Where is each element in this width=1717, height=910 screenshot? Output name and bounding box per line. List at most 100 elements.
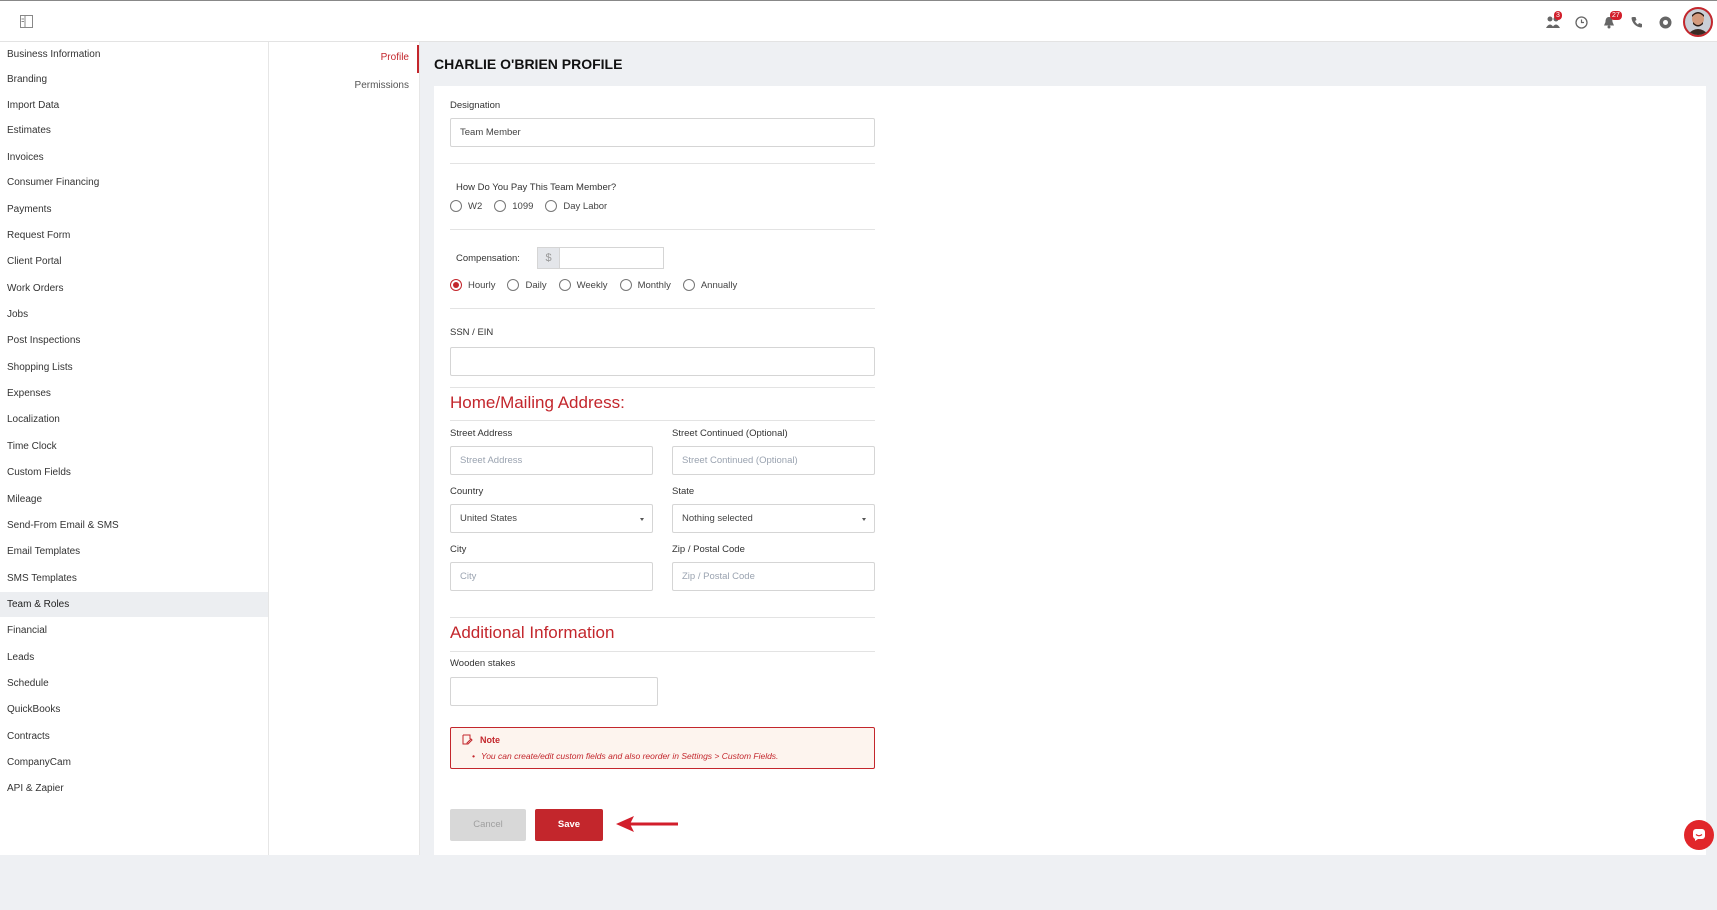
- sidebar-item-send-from-email-sms[interactable]: Send-From Email & SMS: [0, 513, 268, 538]
- designation-field[interactable]: Team Member: [450, 118, 875, 147]
- save-button[interactable]: Save: [535, 809, 603, 841]
- sidebar-item-shopping-lists[interactable]: Shopping Lists: [0, 355, 268, 380]
- sidebar-item-import-data[interactable]: Import Data: [0, 93, 268, 118]
- profile-subnav: Profile Permissions: [269, 42, 420, 855]
- period-annually-label: Annually: [700, 279, 738, 291]
- radio-1099[interactable]: [494, 200, 507, 212]
- chat-launcher[interactable]: [1684, 820, 1714, 850]
- radio-monthly[interactable]: [619, 279, 632, 291]
- zip-input[interactable]: Zip / Postal Code: [672, 562, 875, 591]
- sidebar-item-team-roles[interactable]: Team & Roles: [0, 592, 268, 617]
- radio-annually[interactable]: [682, 279, 695, 291]
- zip-label: Zip / Postal Code: [672, 544, 745, 555]
- pay-period-radio-group: Hourly Daily Weekly Monthly Annually: [450, 279, 749, 291]
- sidebar-item-sms-templates[interactable]: SMS Templates: [0, 566, 268, 591]
- sidebar-item-email-templates[interactable]: Email Templates: [0, 539, 268, 564]
- custom-fields-note: Note You can create/edit custom fields a…: [450, 727, 875, 769]
- sidebar-item-localization[interactable]: Localization: [0, 407, 268, 432]
- period-weekly-label: Weekly: [576, 279, 608, 291]
- note-icon: [462, 734, 473, 745]
- sidebar-item-companycam[interactable]: CompanyCam: [0, 750, 268, 775]
- help-icon[interactable]: [1651, 5, 1679, 39]
- sidebar-item-quickbooks[interactable]: QuickBooks: [0, 697, 268, 722]
- clock-icon[interactable]: [1567, 5, 1595, 39]
- sidebar-item-custom-fields[interactable]: Custom Fields: [0, 460, 268, 485]
- sidebar-item-jobs[interactable]: Jobs: [0, 302, 268, 327]
- divider: [450, 420, 875, 421]
- period-option-monthly[interactable]: Monthly: [619, 279, 671, 291]
- additional-info-heading: Additional Information: [450, 623, 615, 642]
- arrow-annotation-icon: [616, 816, 678, 832]
- bell-icon[interactable]: 27: [1595, 5, 1623, 39]
- sidebar-item-invoices[interactable]: Invoices: [0, 145, 268, 170]
- sidebar-toggle-icon[interactable]: [20, 15, 33, 28]
- radio-w2[interactable]: [450, 200, 462, 212]
- country-label: Country: [450, 486, 484, 497]
- tab-permissions[interactable]: Permissions: [355, 80, 409, 91]
- pay-option-w2[interactable]: W2: [450, 200, 482, 212]
- sidebar-item-mileage[interactable]: Mileage: [0, 487, 268, 512]
- ssn-field[interactable]: [450, 347, 875, 376]
- period-option-hourly[interactable]: Hourly: [450, 279, 495, 291]
- street2-label: Street Continued (Optional): [672, 428, 788, 439]
- period-monthly-label: Monthly: [637, 279, 671, 291]
- pay-option-1099[interactable]: 1099: [494, 200, 533, 212]
- sidebar-item-consumer-financing[interactable]: Consumer Financing: [0, 170, 268, 195]
- divider: [450, 229, 875, 230]
- wooden-stakes-input[interactable]: [450, 677, 658, 706]
- pay-option-1099-label: 1099: [512, 200, 534, 212]
- divider: [450, 163, 875, 164]
- divider: [450, 651, 875, 652]
- sidebar-item-payments[interactable]: Payments: [0, 197, 268, 222]
- page-title: CHARLIE O'BRIEN PROFILE: [434, 56, 623, 72]
- sidebar-item-request-form[interactable]: Request Form: [0, 223, 268, 248]
- sidebar-item-schedule[interactable]: Schedule: [0, 671, 268, 696]
- city-label: City: [450, 544, 467, 555]
- sidebar-item-api-zapier[interactable]: API & Zapier: [0, 776, 268, 801]
- period-option-daily[interactable]: Daily: [507, 279, 547, 291]
- street-continued-input[interactable]: Street Continued (Optional): [672, 446, 875, 475]
- team-icon[interactable]: 3: [1539, 5, 1567, 39]
- sidebar-item-client-portal[interactable]: Client Portal: [0, 249, 268, 274]
- period-hourly-label: Hourly: [468, 279, 496, 291]
- profile-form: Designation Team Member How Do You Pay T…: [434, 86, 1706, 855]
- team-badge: 3: [1554, 11, 1562, 20]
- chat-icon: [1693, 829, 1705, 841]
- period-option-annually[interactable]: Annually: [682, 279, 738, 291]
- radio-day-labor[interactable]: [545, 200, 558, 212]
- settings-sidebar: Business Information Branding Import Dat…: [0, 42, 269, 855]
- period-option-weekly[interactable]: Weekly: [558, 279, 608, 291]
- radio-weekly[interactable]: [558, 279, 571, 291]
- top-icons: 3 27: [1539, 5, 1713, 39]
- state-select[interactable]: Nothing selected: [672, 504, 875, 533]
- sidebar-item-business-information[interactable]: Business Information: [0, 42, 268, 67]
- sidebar-item-estimates[interactable]: Estimates: [0, 118, 268, 143]
- period-daily-label: Daily: [525, 279, 547, 291]
- sidebar-item-time-clock[interactable]: Time Clock: [0, 434, 268, 459]
- sidebar-item-post-inspections[interactable]: Post Inspections: [0, 328, 268, 353]
- radio-hourly[interactable]: [450, 279, 462, 291]
- compensation-input[interactable]: [559, 247, 664, 269]
- user-avatar[interactable]: [1683, 7, 1713, 37]
- sidebar-item-expenses[interactable]: Expenses: [0, 381, 268, 406]
- radio-daily[interactable]: [507, 279, 520, 291]
- sidebar-item-work-orders[interactable]: Work Orders: [0, 276, 268, 301]
- city-input[interactable]: City: [450, 562, 653, 591]
- note-text: You can create/edit custom fields and al…: [472, 751, 778, 761]
- cancel-button[interactable]: Cancel: [450, 809, 526, 841]
- sidebar-item-contracts[interactable]: Contracts: [0, 724, 268, 749]
- wooden-stakes-label: Wooden stakes: [450, 658, 516, 669]
- compensation-label: Compensation:: [456, 253, 520, 264]
- notification-badge: 27: [1610, 11, 1622, 20]
- phone-icon[interactable]: [1623, 5, 1651, 39]
- designation-label: Designation: [450, 100, 501, 111]
- tab-profile[interactable]: Profile: [381, 52, 409, 63]
- sidebar-item-financial[interactable]: Financial: [0, 618, 268, 643]
- street-address-input[interactable]: Street Address: [450, 446, 653, 475]
- pay-question-label: How Do You Pay This Team Member?: [456, 182, 617, 193]
- street-label: Street Address: [450, 428, 513, 439]
- sidebar-item-branding[interactable]: Branding: [0, 67, 268, 92]
- pay-option-day-labor[interactable]: Day Labor: [545, 200, 607, 212]
- country-select[interactable]: United States: [450, 504, 653, 533]
- sidebar-item-leads[interactable]: Leads: [0, 645, 268, 670]
